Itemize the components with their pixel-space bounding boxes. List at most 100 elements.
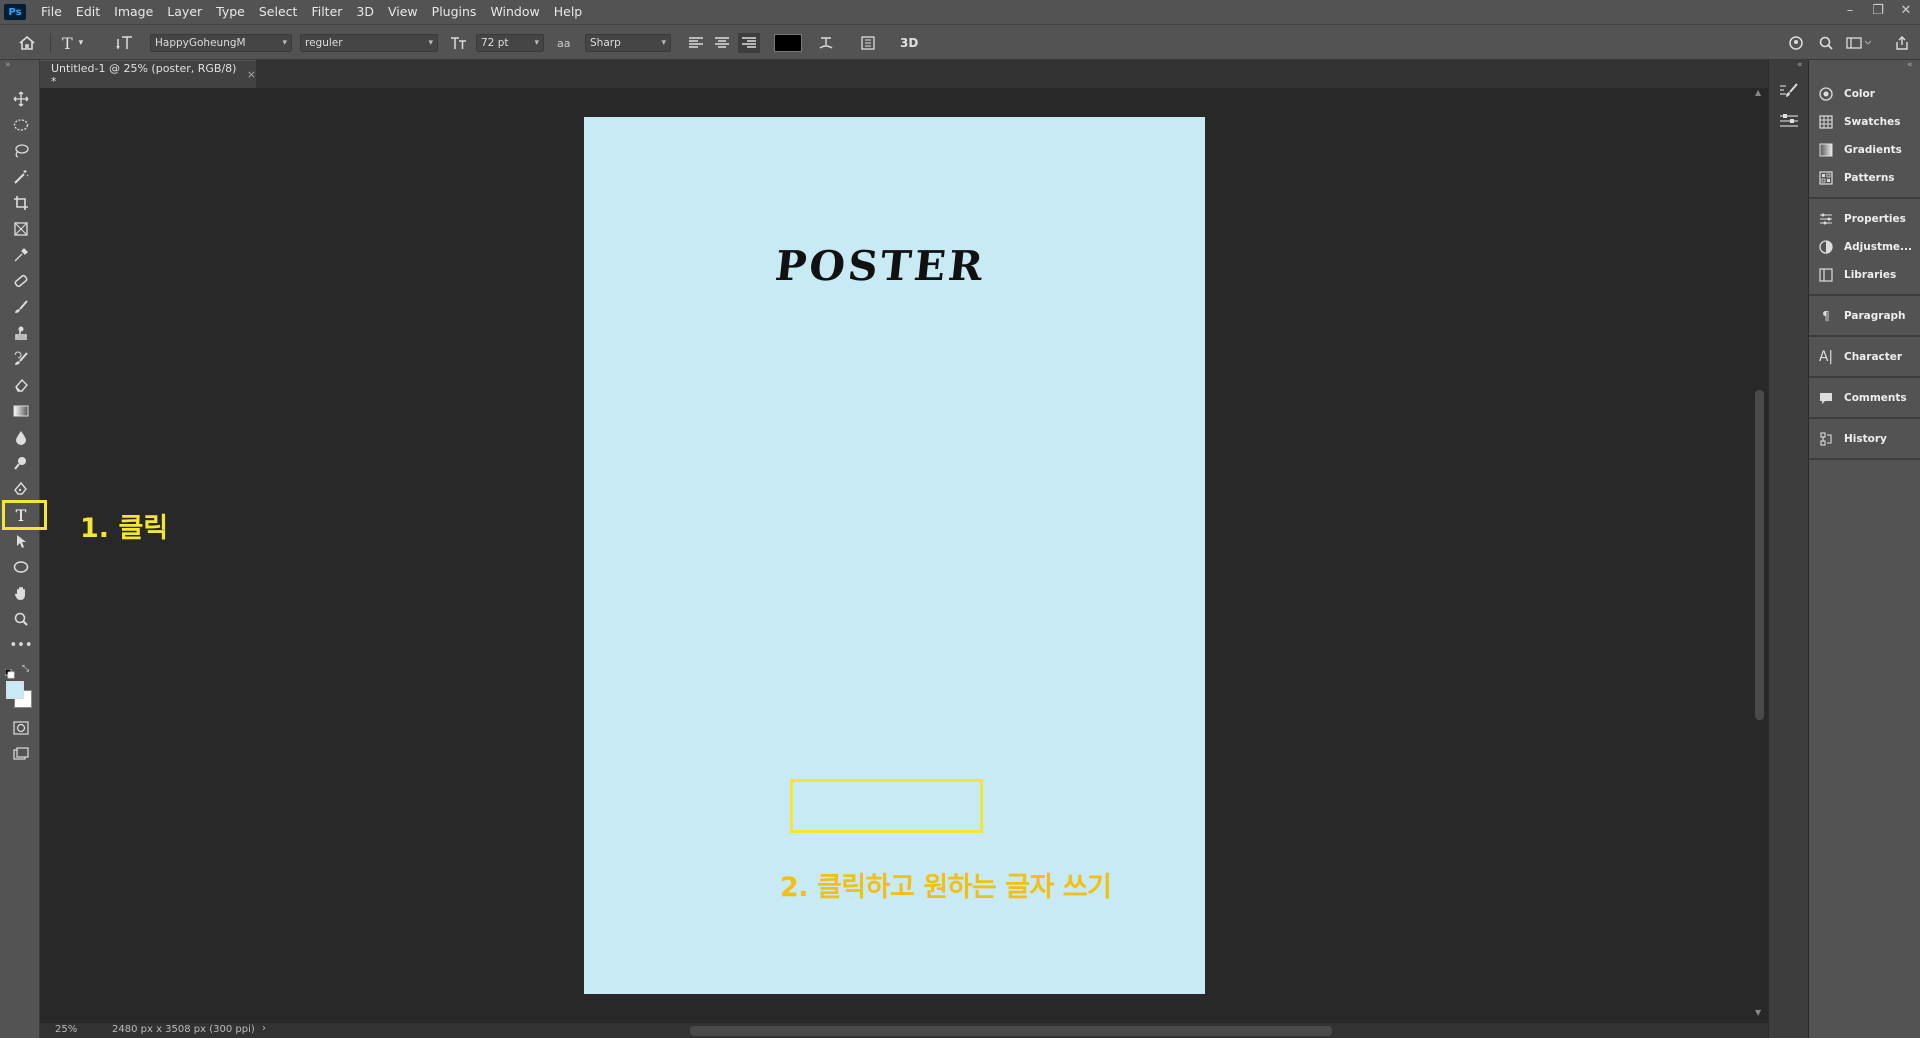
text-insert-highlight-box[interactable] bbox=[790, 779, 983, 833]
panel-adjustments[interactable]: Adjustme... bbox=[1809, 236, 1920, 258]
close-tab-icon[interactable]: × bbox=[247, 68, 256, 81]
font-size-select[interactable]: 72 pt ▾ bbox=[476, 34, 544, 52]
more-tools-icon[interactable]: ••• bbox=[8, 634, 34, 656]
vertical-scroll-thumb[interactable] bbox=[1755, 390, 1764, 720]
menu-view[interactable]: View bbox=[381, 0, 425, 24]
menu-filter[interactable]: Filter bbox=[304, 0, 349, 24]
minimize-button[interactable]: – bbox=[1836, 0, 1864, 24]
home-icon[interactable] bbox=[18, 33, 36, 53]
move-tool-icon[interactable] bbox=[8, 88, 34, 110]
menu-layer[interactable]: Layer bbox=[160, 0, 209, 24]
collapse-strip-icon[interactable]: « bbox=[1797, 60, 1803, 70]
scroll-down-icon[interactable]: ▼ bbox=[1755, 1008, 1761, 1017]
panel-properties[interactable]: Properties bbox=[1809, 208, 1920, 230]
scroll-up-icon[interactable]: ▲ bbox=[1755, 88, 1761, 97]
ellipse-tool-icon[interactable] bbox=[8, 556, 34, 578]
document-tab[interactable]: Untitled-1 @ 25% (poster, RGB/8) * × bbox=[40, 60, 256, 88]
panel-libraries[interactable]: Libraries bbox=[1809, 264, 1920, 286]
eraser-tool-icon[interactable] bbox=[8, 374, 34, 396]
gradients-icon bbox=[1819, 143, 1833, 157]
screen-mode-icon[interactable] bbox=[8, 743, 34, 765]
paragraph-icon: ¶ bbox=[1822, 309, 1830, 323]
warp-text-icon[interactable] bbox=[818, 33, 834, 53]
poster-title-text[interactable]: POSTER bbox=[567, 242, 1193, 290]
panel-history[interactable]: History bbox=[1809, 428, 1920, 450]
font-style-select[interactable]: reguler ▾ bbox=[300, 34, 438, 52]
panel-group-divider bbox=[1809, 335, 1920, 337]
menu-plugins[interactable]: Plugins bbox=[425, 0, 484, 24]
magic-wand-tool-icon[interactable] bbox=[8, 166, 34, 188]
panel-character[interactable]: A| Character bbox=[1809, 346, 1920, 368]
crop-tool-icon[interactable] bbox=[8, 192, 34, 214]
swap-colors-icon[interactable]: ⤡ bbox=[22, 664, 29, 674]
collapse-panels-icon[interactable]: « bbox=[1907, 60, 1913, 70]
brush-settings-icon[interactable] bbox=[1778, 82, 1800, 104]
font-style-value: reguler bbox=[305, 37, 343, 49]
ellipse-marquee-tool-icon[interactable] bbox=[8, 114, 34, 136]
hand-tool-icon[interactable] bbox=[8, 582, 34, 604]
document-canvas[interactable]: POSTER 2. 클릭하고 원하는 글자 쓰기 bbox=[584, 117, 1205, 994]
3d-button[interactable]: 3D bbox=[900, 33, 918, 53]
path-selection-tool-icon[interactable] bbox=[8, 530, 34, 552]
panel-comments[interactable]: Comments bbox=[1809, 387, 1920, 409]
chevron-down-icon: ▾ bbox=[661, 38, 666, 48]
align-center-button[interactable] bbox=[714, 33, 730, 53]
foreground-color-swatch[interactable] bbox=[6, 681, 24, 699]
text-orientation-icon[interactable] bbox=[116, 33, 134, 53]
lasso-tool-icon[interactable] bbox=[8, 140, 34, 162]
character-panel-toggle-icon[interactable] bbox=[860, 33, 876, 53]
dodge-tool-icon[interactable] bbox=[8, 452, 34, 474]
menu-image[interactable]: Image bbox=[107, 0, 160, 24]
panel-color[interactable]: Color bbox=[1809, 83, 1920, 105]
blur-tool-icon[interactable] bbox=[8, 426, 34, 448]
horizontal-scroll-thumb[interactable] bbox=[690, 1026, 1332, 1036]
history-icon bbox=[1819, 432, 1833, 446]
zoom-tool-icon[interactable] bbox=[8, 608, 34, 630]
collapse-toolbar-icon[interactable]: » bbox=[5, 60, 11, 70]
zoom-level[interactable]: 25% bbox=[55, 1024, 77, 1035]
font-family-value: HappyGoheungM bbox=[155, 37, 246, 49]
panel-gradients[interactable]: Gradients bbox=[1809, 139, 1920, 161]
menu-bar: Ps File Edit Image Layer Type Select Fil… bbox=[0, 0, 1920, 24]
panel-patterns[interactable]: Patterns bbox=[1809, 167, 1920, 189]
align-right-button[interactable] bbox=[738, 33, 760, 53]
menu-type[interactable]: Type bbox=[209, 0, 252, 24]
learn-icon[interactable] bbox=[1788, 33, 1806, 53]
panel-swatches[interactable]: Swatches bbox=[1809, 111, 1920, 133]
brush-tool-icon[interactable] bbox=[8, 296, 34, 318]
history-brush-tool-icon[interactable] bbox=[8, 348, 34, 370]
comments-icon bbox=[1819, 391, 1833, 405]
font-family-select[interactable]: HappyGoheungM ▾ bbox=[150, 34, 292, 52]
workspace-icon[interactable] bbox=[1846, 33, 1872, 53]
quick-mask-icon[interactable] bbox=[8, 717, 34, 739]
patterns-icon bbox=[1819, 171, 1833, 185]
clone-stamp-tool-icon[interactable] bbox=[8, 322, 34, 344]
adjustment-presets-icon[interactable] bbox=[1778, 112, 1800, 134]
frame-tool-icon[interactable] bbox=[8, 218, 34, 240]
menu-file[interactable]: File bbox=[34, 0, 69, 24]
antialias-select[interactable]: Sharp ▾ bbox=[585, 34, 671, 52]
font-size-value: 72 pt bbox=[481, 37, 509, 49]
pen-tool-icon[interactable] bbox=[8, 478, 34, 500]
status-info-arrow-icon[interactable]: › bbox=[262, 1023, 266, 1034]
menu-window[interactable]: Window bbox=[483, 0, 546, 24]
menu-select[interactable]: Select bbox=[252, 0, 305, 24]
menu-edit[interactable]: Edit bbox=[69, 0, 107, 24]
align-left-button[interactable] bbox=[688, 33, 704, 53]
restore-button[interactable]: ❐ bbox=[1864, 0, 1892, 24]
gradient-tool-icon[interactable] bbox=[8, 400, 34, 422]
healing-brush-tool-icon[interactable] bbox=[8, 270, 34, 292]
menu-help[interactable]: Help bbox=[547, 0, 590, 24]
type-tool-preset-icon[interactable]: T ▾ bbox=[62, 33, 83, 53]
close-window-button[interactable]: ✕ bbox=[1892, 0, 1920, 24]
properties-icon bbox=[1819, 212, 1833, 226]
search-icon[interactable] bbox=[1818, 33, 1834, 53]
panel-label: History bbox=[1844, 433, 1887, 445]
panel-group-divider bbox=[1809, 417, 1920, 419]
share-icon[interactable] bbox=[1894, 33, 1910, 53]
menu-3d[interactable]: 3D bbox=[349, 0, 381, 24]
text-color-swatch[interactable] bbox=[774, 34, 802, 52]
document-info: 2480 px x 3508 px (300 ppi) bbox=[112, 1024, 255, 1035]
eyedropper-tool-icon[interactable] bbox=[8, 244, 34, 266]
panel-paragraph[interactable]: ¶ Paragraph bbox=[1809, 305, 1920, 327]
